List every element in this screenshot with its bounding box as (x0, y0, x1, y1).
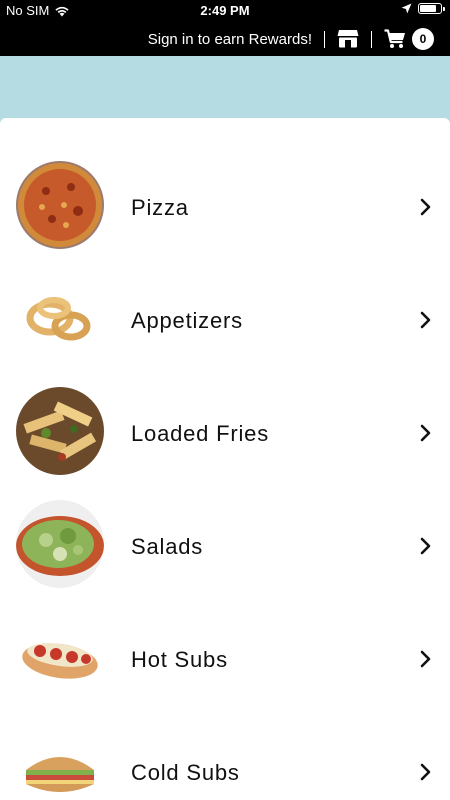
menu-item-label: Hot Subs (131, 647, 228, 672)
menu-item-label: Cold Subs (131, 760, 240, 785)
chevron-right-icon (420, 650, 431, 668)
store-icon (337, 30, 359, 48)
cold-sub-icon (16, 726, 104, 800)
status-bar: No SIM 2:49 PM (0, 0, 450, 22)
chevron-right-icon (420, 198, 431, 216)
menu-item-cold-subs[interactable]: Cold Subs (0, 716, 450, 800)
divider (324, 30, 325, 48)
status-right (401, 3, 445, 14)
battery-level (420, 5, 437, 12)
clock: 2:49 PM (200, 3, 250, 18)
rewards-signin-link[interactable]: Sign in to earn Rewards! (148, 31, 312, 48)
location-arrow-icon (401, 3, 412, 14)
menu-item-salads[interactable]: Salads (0, 490, 450, 603)
menu-item-pizza[interactable]: Pizza (0, 151, 450, 264)
menu-item-label: Pizza (131, 195, 189, 220)
chevron-right-icon (420, 311, 431, 329)
menu-list: Pizza Appetizers Loaded Fries Salads Hot… (0, 118, 450, 800)
chevron-right-icon (420, 424, 431, 442)
menu-item-label: Loaded Fries (131, 421, 270, 446)
app-header: Sign in to earn Rewards! 0 (0, 22, 450, 56)
cart-count-badge: 0 (412, 28, 434, 50)
cart-button[interactable]: 0 (384, 28, 434, 50)
battery-icon (418, 3, 445, 14)
cart-icon (384, 29, 405, 48)
hot-sub-icon (16, 613, 104, 701)
divider (371, 30, 372, 48)
menu-item-hot-subs[interactable]: Hot Subs (0, 603, 450, 716)
menu-item-label: Salads (131, 534, 204, 559)
menu-item-appetizers[interactable]: Appetizers (0, 264, 450, 377)
chevron-right-icon (420, 763, 431, 781)
menu-item-loaded-fries[interactable]: Loaded Fries (0, 377, 450, 490)
loaded-fries-icon (16, 387, 104, 475)
store-button[interactable] (337, 29, 359, 49)
chevron-right-icon (420, 537, 431, 555)
pizza-icon (16, 161, 104, 249)
onion-rings-icon (16, 274, 104, 362)
menu-item-label: Appetizers (131, 308, 243, 333)
salad-icon (16, 500, 104, 588)
